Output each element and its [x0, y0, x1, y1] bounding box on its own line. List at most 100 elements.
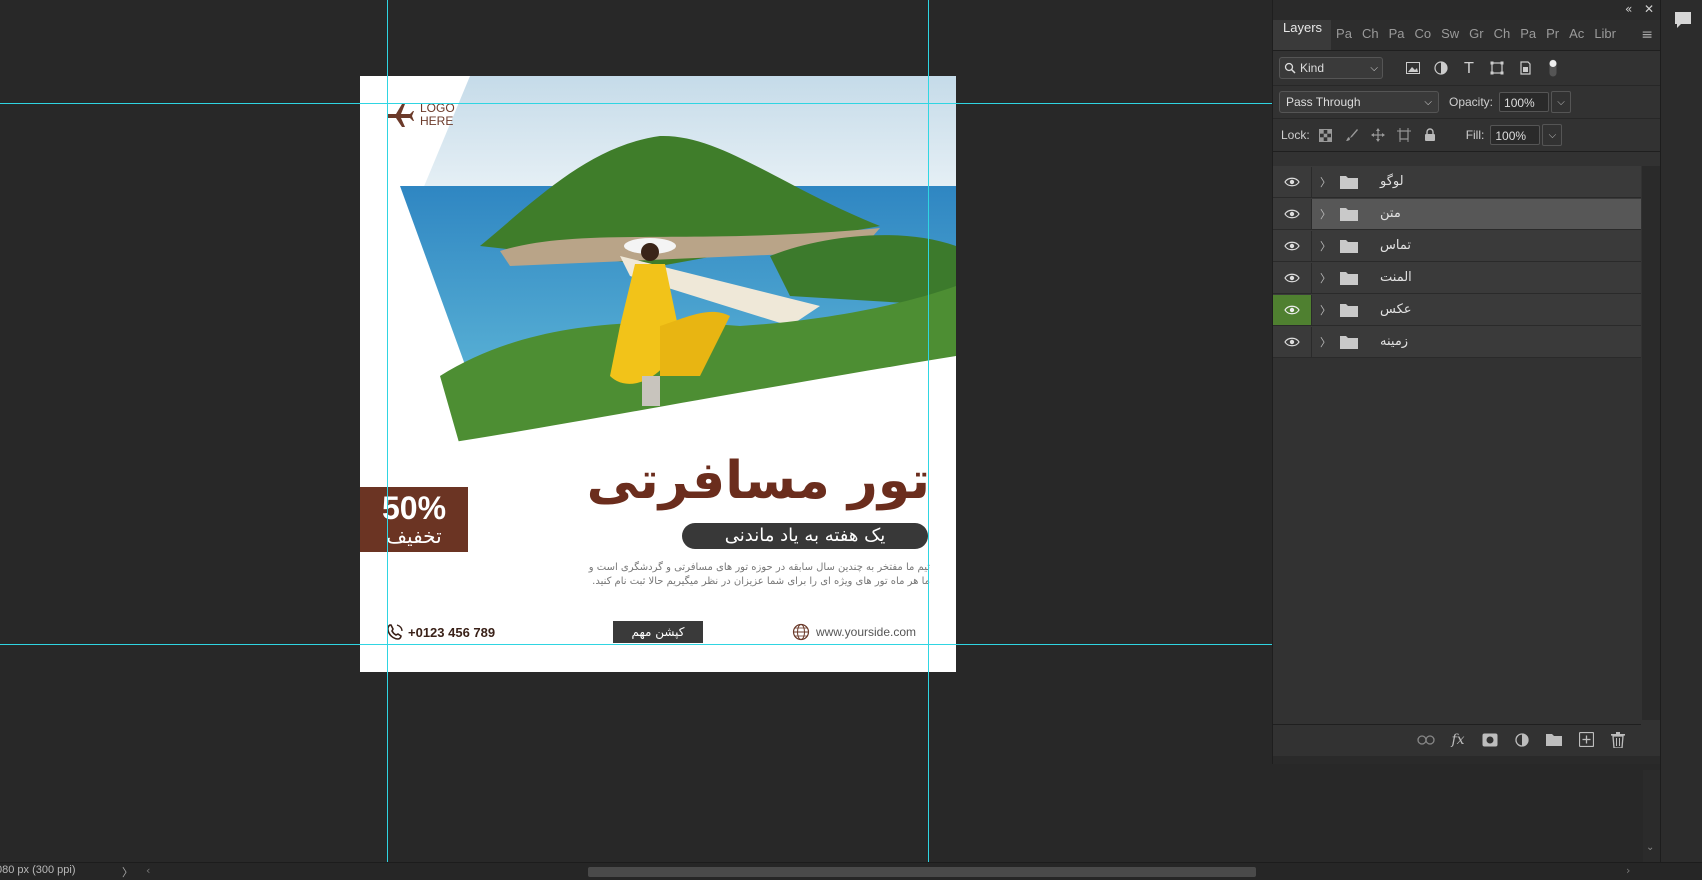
fill-input[interactable]: 100% — [1490, 125, 1541, 145]
phone-contact: +0123 456 789 — [386, 623, 495, 641]
tab-color[interactable]: Co — [1409, 26, 1436, 50]
panel-menu-icon[interactable]: ≡ — [1641, 27, 1653, 43]
visibility-eye-icon[interactable] — [1273, 294, 1312, 325]
layer-row[interactable]: 〉 عکس — [1273, 294, 1641, 326]
tab-swatches[interactable]: Sw — [1436, 26, 1464, 50]
fill-dropdown-icon[interactable]: ⌵ — [1542, 124, 1563, 146]
tab-gradients[interactable]: Gr — [1464, 26, 1488, 50]
folder-icon — [1340, 207, 1358, 221]
tab-libraries[interactable]: Libr — [1589, 26, 1621, 50]
phone-icon — [387, 624, 403, 640]
tab-patterns[interactable]: Pa — [1515, 26, 1541, 50]
lock-artboard-icon[interactable] — [1396, 127, 1412, 143]
visibility-eye-icon[interactable] — [1273, 326, 1312, 357]
layer-name: تماس — [1380, 238, 1411, 253]
opacity-input[interactable]: 100% — [1499, 92, 1550, 112]
new-group-icon[interactable] — [1545, 731, 1563, 749]
layer-list: 〉 لوگو 〉 متن 〉 تماس 〉 المنت 〉 عکس 〉 زمین… — [1273, 166, 1641, 358]
opacity-dropdown-icon[interactable]: ⌵ — [1551, 91, 1572, 113]
blend-mode-select[interactable]: Pass Through ⌵ — [1279, 91, 1439, 113]
filter-shape-icon[interactable] — [1489, 60, 1505, 76]
tab-paragraph[interactable]: Pa — [1384, 26, 1410, 50]
discount-label: تخفیف — [386, 524, 442, 548]
delete-layer-icon[interactable] — [1609, 731, 1627, 749]
tab-character[interactable]: Ch — [1489, 26, 1516, 50]
panel-resize-handle[interactable] — [1273, 756, 1661, 764]
chevron-right-icon[interactable]: 〉 — [1320, 270, 1332, 286]
layer-name: عکس — [1380, 302, 1412, 317]
status-expand-icon[interactable]: 〉 — [122, 864, 133, 880]
discount-percent: 50% — [381, 490, 447, 526]
chevron-right-icon[interactable]: 〉 — [1320, 302, 1332, 318]
travel-photo — [360, 76, 956, 476]
subtitle-pill: یک هفته به یاد ماندنی — [682, 523, 928, 549]
folder-icon — [1340, 303, 1358, 317]
logo-text-line2: HERE — [420, 114, 454, 128]
tab-actions[interactable]: Ac — [1564, 26, 1589, 50]
link-layers-icon[interactable] — [1417, 731, 1435, 749]
guide-horizontal-top[interactable] — [0, 103, 1272, 104]
collapse-panel-icon[interactable]: « — [1625, 2, 1632, 16]
layer-row[interactable]: 〉 المنت — [1273, 262, 1641, 294]
fill-label: Fill: — [1465, 128, 1485, 142]
layer-row[interactable]: 〉 زمینه — [1273, 326, 1641, 358]
chevron-down-icon: ⌵ — [1370, 62, 1378, 74]
filter-smart-object-icon[interactable] — [1517, 60, 1533, 76]
scroll-right-icon[interactable]: › — [1626, 864, 1630, 877]
website-contact: www.yourside.com — [792, 623, 916, 641]
tab-paths[interactable]: Pa — [1331, 26, 1357, 50]
status-bar: 080 px (300 ppi) 〉 ‹ › — [0, 862, 1702, 880]
layers-toolbar: fx — [1273, 724, 1641, 754]
lock-all-icon[interactable] — [1422, 127, 1438, 143]
visibility-eye-icon[interactable] — [1273, 230, 1312, 261]
layer-name: لوگو — [1380, 174, 1404, 189]
caption-button: کپشن مهم — [613, 621, 703, 643]
visibility-eye-icon[interactable] — [1273, 166, 1312, 197]
fx-icon[interactable]: fx — [1449, 731, 1467, 749]
layer-row[interactable]: 〉 تماس — [1273, 230, 1641, 262]
tab-properties[interactable]: Pr — [1541, 26, 1564, 50]
adjustment-layer-icon[interactable] — [1513, 731, 1531, 749]
document-info[interactable]: 080 px (300 ppi) — [0, 864, 76, 876]
filter-toggle-icon[interactable] — [1545, 59, 1561, 77]
vertical-scrollbar[interactable]: ⌄ — [1643, 770, 1660, 862]
guide-vertical-left[interactable] — [387, 0, 388, 862]
lock-position-icon[interactable] — [1370, 127, 1386, 143]
airplane-icon — [388, 104, 414, 127]
folder-icon — [1340, 271, 1358, 285]
logo: LOGO HERE — [386, 102, 470, 128]
main-title: تور مسافرتی — [586, 451, 931, 511]
chevron-right-icon[interactable]: 〉 — [1320, 334, 1332, 350]
filter-kind-select[interactable]: Kind ⌵ — [1279, 57, 1383, 79]
layer-row[interactable]: 〉 متن — [1273, 198, 1641, 230]
description: تیم ما مفتخر به چندین سال سابقه در حوزه … — [589, 561, 930, 589]
new-layer-icon[interactable] — [1577, 731, 1595, 749]
filter-adjustment-icon[interactable] — [1433, 60, 1449, 76]
phone-number: +0123 456 789 — [408, 624, 496, 640]
horizontal-scrollbar-thumb[interactable] — [588, 867, 1256, 877]
chevron-right-icon[interactable]: 〉 — [1320, 238, 1332, 254]
visibility-eye-icon[interactable] — [1273, 198, 1312, 229]
filter-pixel-icon[interactable] — [1405, 60, 1421, 76]
scroll-down-icon[interactable]: ⌄ — [1646, 842, 1654, 853]
guide-horizontal-bottom[interactable] — [0, 644, 1272, 645]
chevron-right-icon[interactable]: 〉 — [1320, 206, 1332, 222]
layers-scrollbar[interactable] — [1642, 166, 1660, 720]
visibility-eye-icon[interactable] — [1273, 262, 1312, 293]
comments-icon[interactable] — [1673, 10, 1693, 30]
chevron-right-icon[interactable]: 〉 — [1320, 174, 1332, 190]
layers-panel: « ✕ Layers Pa Ch Pa Co Sw Gr Ch Pa Pr Ac… — [1272, 0, 1661, 764]
close-panel-icon[interactable]: ✕ — [1644, 2, 1654, 16]
layer-mask-icon[interactable] — [1481, 731, 1499, 749]
lock-image-pixels-icon[interactable] — [1344, 127, 1360, 143]
globe-icon — [792, 623, 810, 641]
tab-channels[interactable]: Ch — [1357, 26, 1384, 50]
scroll-left-icon[interactable]: ‹ — [146, 864, 150, 877]
document-canvas[interactable]: LOGO HERE تور مسافرتی یک هفته به یاد مان… — [360, 76, 956, 672]
guide-vertical-right[interactable] — [928, 0, 929, 862]
layer-name: متن — [1380, 206, 1401, 221]
filter-type-icon[interactable]: T — [1461, 59, 1477, 77]
tab-layers[interactable]: Layers — [1273, 20, 1332, 50]
layer-row[interactable]: 〉 لوگو — [1273, 166, 1641, 198]
lock-transparent-pixels-icon[interactable] — [1318, 127, 1334, 143]
